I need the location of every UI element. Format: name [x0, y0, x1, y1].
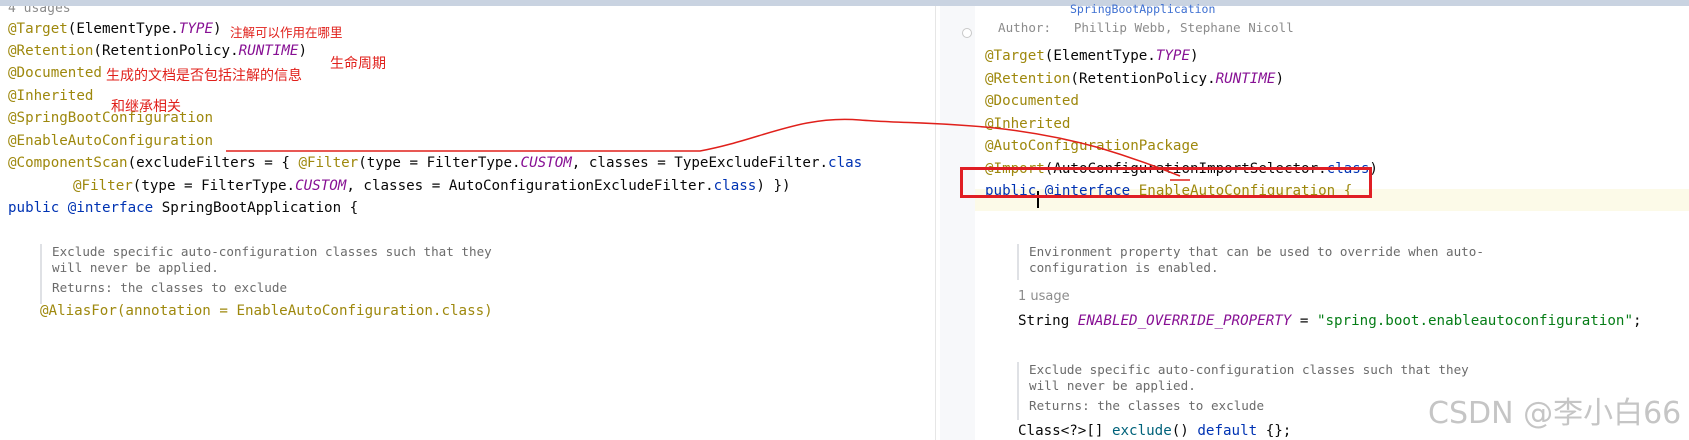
note-documented: 生成的文档是否包括注解的信息	[106, 68, 302, 84]
javadoc-line: configuration is enabled.	[1029, 260, 1219, 275]
code-line-target-right: @Target(ElementType.TYPE)	[985, 48, 1199, 64]
pane-divider[interactable]	[935, 6, 936, 440]
author-line: Author: Phillip Webb, Stephane Nicoll	[998, 17, 1294, 39]
javadoc-exclude: Exclude specific auto-configuration clas…	[40, 244, 492, 304]
author-label: Author:	[998, 20, 1052, 35]
javadoc-exclude-right: Exclude specific auto-configuration clas…	[1017, 362, 1469, 420]
code-line-documented: @Documented	[8, 65, 102, 81]
note-lifecycle: 生命周期	[330, 56, 386, 72]
import-highlight-box	[960, 167, 1372, 198]
code-line-inherited: @Inherited	[8, 88, 94, 104]
javadoc-line: Environment property that can be used to…	[1029, 244, 1484, 259]
code-line-componentscan-filter: @Filter(type = FilterType.CUSTOM, classe…	[73, 178, 791, 194]
code-line-target: @Target(ElementType.TYPE)	[8, 21, 222, 37]
javadoc-line: Exclude specific auto-configuration clas…	[52, 244, 492, 259]
note-inherited: 和继承相关	[111, 99, 181, 115]
code-line-autoconfigurationpackage: @AutoConfigurationPackage	[985, 138, 1199, 154]
code-line-aliasfor: @AliasFor(annotation = EnableAutoConfigu…	[40, 303, 493, 319]
code-line-override-property: String ENABLED_OVERRIDE_PROPERTY = "spri…	[1018, 313, 1642, 329]
javadoc-line: will never be applied.	[52, 260, 219, 275]
since-link[interactable]: SpringBootApplication	[1070, 2, 1215, 16]
code-line-retention: @Retention(RetentionPolicy.RUNTIME)	[8, 43, 307, 59]
code-line-retention-right: @Retention(RetentionPolicy.RUNTIME)	[985, 71, 1284, 87]
javadoc-override-property: Environment property that can be used to…	[1017, 244, 1484, 280]
left-editor-pane[interactable]: 4 usages @Target(ElementType.TYPE) @Rete…	[0, 6, 960, 336]
usage-hint[interactable]: 1 usage	[1018, 289, 1070, 304]
code-line-componentscan: @ComponentScan(excludeFilters = { @Filte…	[8, 155, 863, 171]
javadoc-returns: Returns: the classes to exclude	[52, 280, 288, 295]
author-names: Phillip Webb, Stephane Nicoll	[1073, 20, 1294, 35]
code-line-inherited-right: @Inherited	[985, 116, 1071, 132]
code-line-declaration: public @interface SpringBootApplication …	[8, 200, 359, 216]
javadoc-line: Exclude specific auto-configuration clas…	[1029, 362, 1469, 377]
note-target: 注解可以作用在哪里	[230, 25, 343, 40]
watermark: CSDN @李小白66	[1428, 396, 1682, 431]
fold-marker-icon[interactable]	[962, 28, 972, 38]
right-editor-gutter	[940, 6, 975, 440]
code-line-exclude-method: Class<?>[] exclude() default {};	[1018, 423, 1292, 439]
code-line-documented-right: @Documented	[985, 93, 1079, 109]
javadoc-returns: Returns: the classes to exclude	[1029, 398, 1265, 413]
javadoc-line: will never be applied.	[1029, 378, 1196, 393]
code-line-enableautoconfiguration: @EnableAutoConfiguration	[8, 133, 213, 149]
